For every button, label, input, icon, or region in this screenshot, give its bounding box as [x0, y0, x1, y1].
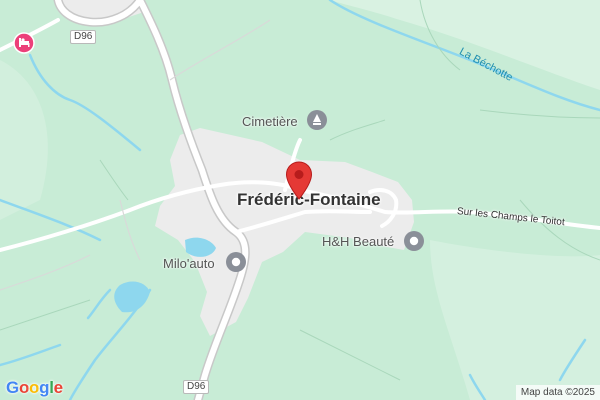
logo-letter: e	[53, 378, 63, 397]
google-logo: Google	[6, 378, 63, 398]
poi-label[interactable]: H&H Beauté	[322, 234, 394, 249]
poi-label[interactable]: Milo'auto	[163, 256, 215, 271]
road-number-badge: D96	[183, 380, 210, 394]
logo-letter: o	[18, 378, 30, 397]
cemetery-icon[interactable]	[306, 109, 328, 131]
car-service-icon[interactable]	[225, 251, 247, 273]
road-number-badge: D96	[70, 30, 97, 44]
logo-letter: g	[39, 378, 50, 397]
map-attribution[interactable]: Map data ©2025	[515, 385, 600, 400]
poi-label[interactable]: Cimetière	[242, 114, 298, 129]
map-canvas[interactable]: D96 D96 La Béchotte Sur les Champs le To…	[0, 0, 600, 400]
shop-icon[interactable]	[403, 230, 425, 252]
hotel-icon[interactable]	[13, 32, 35, 54]
logo-letter: o	[29, 378, 40, 397]
logo-letter: G	[6, 378, 19, 397]
location-pin-icon[interactable]	[285, 161, 313, 201]
